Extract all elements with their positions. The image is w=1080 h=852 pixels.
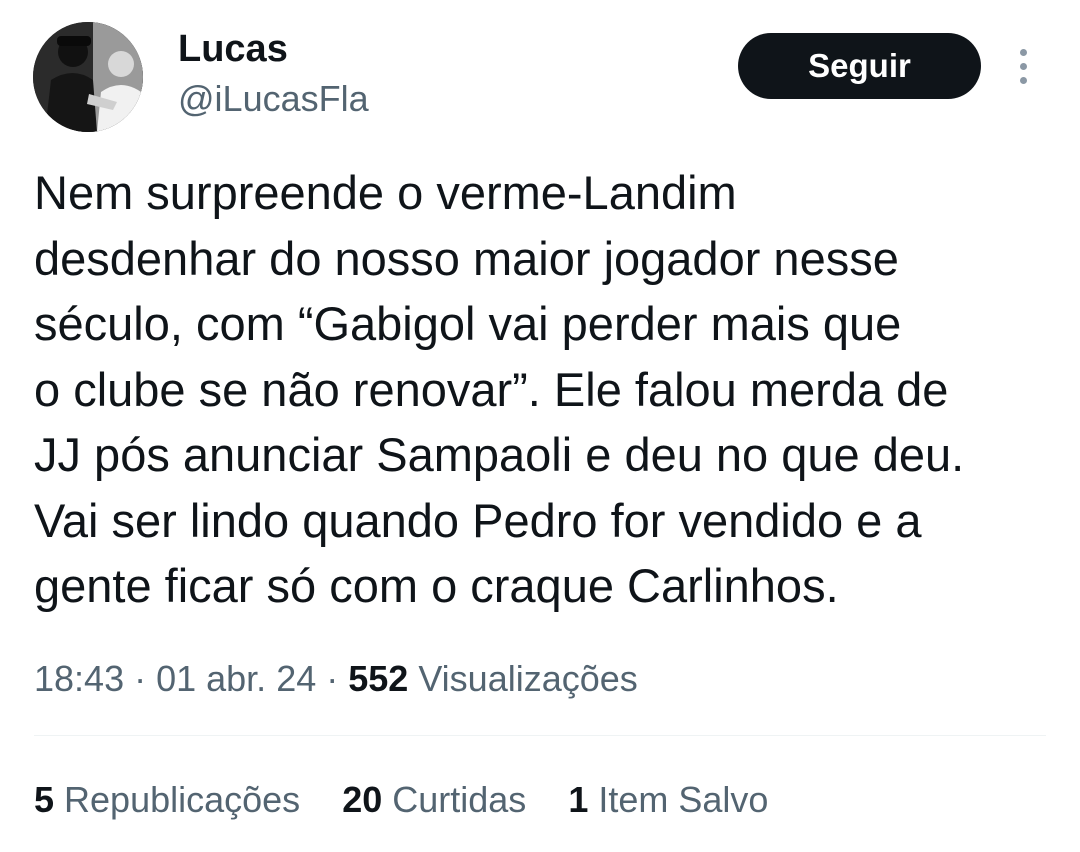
- stat-reposts[interactable]: 5 Republicações: [34, 776, 300, 824]
- views-label: Visualizações: [408, 658, 638, 699]
- more-dot: [1020, 63, 1027, 70]
- tweet-text-line: Nem surpreende o verme-Landim: [34, 166, 737, 219]
- stat-label: Curtidas: [382, 779, 527, 820]
- author-name[interactable]: Lucas: [178, 27, 288, 71]
- meta-separator: ·: [124, 658, 157, 699]
- avatar-photo: [33, 22, 143, 132]
- follow-button[interactable]: Seguir: [738, 33, 981, 99]
- stat-count: 20: [342, 779, 383, 820]
- stat-bookmarks[interactable]: 1 Item Salvo: [568, 776, 768, 824]
- stat-label: Republicações: [54, 779, 301, 820]
- stat-count: 5: [34, 779, 55, 820]
- more-vertical-icon[interactable]: [1010, 46, 1038, 86]
- tweet-text-line: JJ pós anunciar Sampaoli e deu no que de…: [34, 428, 965, 481]
- tweet-stats: 5 Republicações 20 Curtidas 1 Item Salvo: [34, 776, 768, 824]
- tweet-text-line: Vai ser lindo quando Pedro for vendido e…: [34, 493, 922, 547]
- tweet-text-line: século, com “Gabigol vai perder mais que: [34, 297, 902, 350]
- tweet-text: Nem surpreende o verme-Landim desdenhar …: [34, 160, 1044, 619]
- tweet-text-line: gente ficar só com o craque Carlinhos.: [34, 559, 839, 612]
- more-dot: [1020, 77, 1027, 84]
- views-count: 552: [348, 658, 409, 699]
- tweet-text-line: o clube se não renovar”. Ele falou merda…: [34, 362, 949, 416]
- meta-separator: ·: [316, 658, 349, 699]
- tweet-meta: 18:43 · 01 abr. 24 · 552 Visualizações: [34, 655, 638, 703]
- tweet-text-line: desdenhar do nosso maior jogador nesse: [34, 231, 899, 285]
- tweet-time[interactable]: 18:43: [34, 658, 124, 699]
- tweet-date[interactable]: 01 abr. 24: [156, 658, 316, 699]
- more-dot: [1020, 49, 1027, 56]
- divider: [34, 735, 1046, 736]
- stat-likes[interactable]: 20 Curtidas: [342, 776, 526, 824]
- stat-label: Item Salvo: [588, 779, 769, 820]
- author-handle[interactable]: @iLucasFla: [178, 78, 369, 120]
- avatar[interactable]: [33, 22, 143, 132]
- stat-count: 1: [568, 779, 589, 820]
